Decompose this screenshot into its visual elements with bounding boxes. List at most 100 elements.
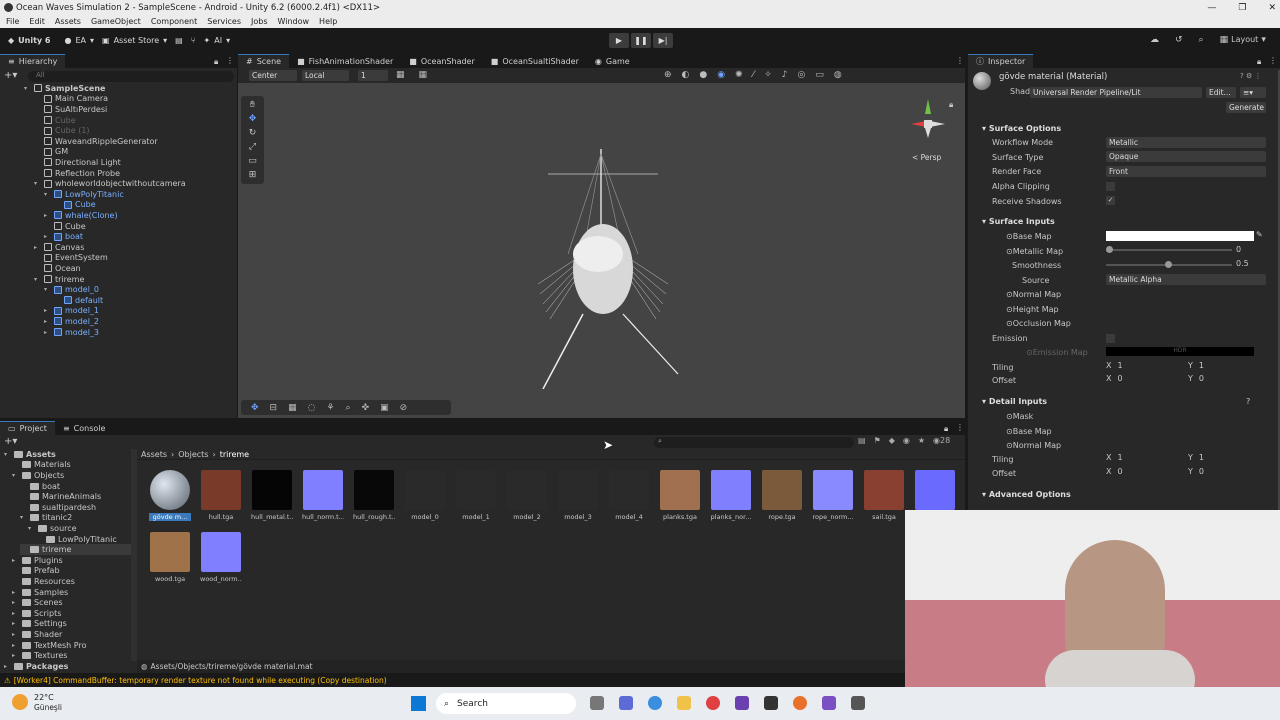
surface-inputs-header[interactable]: ▾ Surface Inputs bbox=[982, 217, 1055, 226]
hierarchy-item[interactable]: Ocean bbox=[34, 263, 81, 274]
hierarchy-item[interactable]: ▸ Canvas bbox=[34, 242, 84, 253]
hierarchy-item[interactable]: ▸ boat bbox=[44, 231, 83, 242]
taskbar-search[interactable]: ⌕ Search bbox=[436, 693, 576, 714]
project-folder-item[interactable]: ▸ Samples bbox=[12, 587, 68, 598]
lock-view-icon[interactable]: ▣ bbox=[380, 403, 389, 413]
project-folder-item[interactable]: sualtipardesh bbox=[20, 502, 96, 513]
lock-icon[interactable]: 🔒︎ bbox=[1257, 57, 1261, 67]
hierarchy-item[interactable]: ▾ trireme bbox=[34, 274, 84, 285]
chevron-right-icon[interactable]: ▸ bbox=[12, 610, 19, 617]
tab-game[interactable]: ◉ Game bbox=[587, 54, 638, 68]
hierarchy-item[interactable]: WaveandRippleGenerator bbox=[34, 136, 158, 147]
asset-item[interactable]: model_0 bbox=[404, 470, 446, 521]
hierarchy-item[interactable]: ▸ model_2 bbox=[44, 316, 99, 327]
chevron-right-icon[interactable]: ▸ bbox=[12, 652, 19, 659]
search-icon[interactable]: ⌕ bbox=[1199, 35, 1204, 45]
menu-assets[interactable]: Assets bbox=[55, 17, 81, 26]
breadcrumb-objects[interactable]: Objects bbox=[178, 450, 208, 459]
project-folder-item[interactable]: Materials bbox=[12, 460, 71, 471]
unity-hub-icon[interactable] bbox=[764, 696, 778, 710]
metallic-slider-handle[interactable] bbox=[1106, 246, 1113, 253]
project-folder-item[interactable]: trireme bbox=[20, 544, 131, 555]
asset-item[interactable]: gövde m... bbox=[149, 470, 191, 521]
asset-item[interactable]: model_1 bbox=[455, 470, 497, 521]
twitch-icon[interactable] bbox=[735, 696, 749, 710]
lock-icon[interactable]: 🔒︎ bbox=[949, 100, 953, 110]
chevron-right-icon[interactable]: ▸ bbox=[4, 663, 11, 670]
menu-edit[interactable]: Edit bbox=[29, 17, 45, 26]
project-folder-item[interactable]: Prefab bbox=[12, 566, 60, 577]
effects-icon[interactable]: ✺ bbox=[735, 70, 743, 80]
transform-tool-icon[interactable]: ⊞ bbox=[249, 170, 257, 180]
asset-item[interactable]: model_2 bbox=[506, 470, 548, 521]
hierarchy-item[interactable]: Cube bbox=[34, 115, 76, 126]
receive-shadows-checkbox[interactable]: ✓ bbox=[1106, 196, 1115, 205]
copilot-icon[interactable] bbox=[619, 696, 633, 710]
render-face-dropdown[interactable]: Front bbox=[1106, 166, 1266, 177]
search-by-label-icon[interactable]: ⚑ bbox=[874, 436, 881, 445]
visibility-icon[interactable]: ◉ bbox=[903, 436, 910, 445]
base-map-color-swatch[interactable] bbox=[1106, 231, 1254, 241]
header-icons[interactable]: ? ⚙ ⋮ bbox=[1240, 72, 1261, 80]
shading-solid-icon[interactable]: ● bbox=[699, 70, 707, 80]
hierarchy-item[interactable]: ▾ model_0 bbox=[44, 284, 99, 295]
more-icon[interactable]: ⋮ bbox=[956, 56, 964, 65]
add-button[interactable]: +▾ bbox=[4, 70, 17, 81]
surface-options-header[interactable]: ▾ Surface Options bbox=[982, 124, 1061, 133]
project-folder-item[interactable]: ▸ Scripts bbox=[12, 608, 61, 619]
pan-icon[interactable]: ✜ bbox=[362, 403, 370, 413]
lock-icon[interactable]: 🔒︎ bbox=[944, 424, 948, 434]
create-button[interactable]: +▾ bbox=[4, 436, 17, 447]
snap-icon[interactable]: ⊟ bbox=[270, 403, 278, 413]
edit-shader-button[interactable]: Edit... bbox=[1206, 87, 1236, 98]
hand-tool-icon[interactable]: ✋︎ bbox=[250, 100, 255, 110]
search-by-type-icon[interactable]: ▤ bbox=[858, 436, 866, 445]
move-tool-icon[interactable]: ✥ bbox=[249, 114, 257, 124]
pause-button[interactable]: ❚❚ bbox=[631, 33, 651, 48]
chevron-right-icon[interactable]: ▸ bbox=[12, 557, 19, 564]
asset-item[interactable]: sail.tga bbox=[863, 470, 905, 521]
chevron-down-icon[interactable]: ▾ bbox=[34, 276, 41, 283]
maximize-button[interactable]: ❐ bbox=[1238, 3, 1246, 13]
project-search-input[interactable]: ⌕ bbox=[654, 437, 854, 448]
hierarchy-item[interactable]: Directional Light bbox=[34, 157, 121, 168]
weather-icon[interactable] bbox=[12, 694, 28, 710]
folder-tree-scrollbar[interactable] bbox=[131, 449, 137, 661]
hierarchy-item[interactable]: Cube bbox=[54, 200, 96, 211]
hierarchy-item[interactable]: Cube bbox=[44, 221, 86, 232]
detail-offset-x-field[interactable]: X0 bbox=[1106, 467, 1186, 476]
smoothness-value[interactable]: 0.5 bbox=[1236, 259, 1249, 268]
visibility-icon[interactable]: ◎ bbox=[797, 70, 805, 80]
more-icon[interactable]: ⋮ bbox=[226, 56, 234, 65]
hierarchy-item[interactable]: ▸ model_1 bbox=[44, 306, 99, 317]
task-view-icon[interactable] bbox=[590, 696, 604, 710]
detail-tiling-x-field[interactable]: X1 bbox=[1106, 453, 1186, 462]
menu-gameobject[interactable]: GameObject bbox=[91, 17, 141, 26]
project-folder-item[interactable]: ▸ Shader bbox=[12, 629, 62, 640]
menu-component[interactable]: Component bbox=[151, 17, 197, 26]
asset-item[interactable]: hull.tga bbox=[200, 470, 242, 521]
chevron-right-icon[interactable]: ▸ bbox=[12, 599, 19, 606]
chevron-down-icon[interactable]: ▾ bbox=[12, 472, 19, 479]
calculator-icon[interactable] bbox=[851, 696, 865, 710]
hierarchy-item[interactable]: ▾ LowPolyTitanic bbox=[44, 189, 124, 200]
more-icon[interactable]: ⋮ bbox=[1269, 56, 1277, 65]
filter-icon[interactable]: ◆ bbox=[889, 436, 895, 445]
asset-item[interactable]: wood_norm... bbox=[200, 532, 242, 583]
chevron-down-icon[interactable]: ▾ bbox=[24, 85, 31, 92]
project-folder-item[interactable]: ▸ Packages bbox=[4, 661, 68, 672]
eyedropper-icon[interactable]: ✎ bbox=[1256, 230, 1263, 239]
gizmo-icon[interactable]: ⊕ bbox=[664, 70, 672, 80]
tab-project[interactable]: ▭ Project bbox=[0, 421, 55, 435]
chevron-right-icon[interactable]: ▸ bbox=[34, 244, 41, 251]
surface-type-dropdown[interactable]: Opaque bbox=[1106, 151, 1266, 162]
project-folder-item[interactable]: boat bbox=[20, 481, 60, 492]
asset-item[interactable]: rope_norm... bbox=[812, 470, 854, 521]
menu-help[interactable]: Help bbox=[319, 17, 337, 26]
windows-start-icon[interactable] bbox=[411, 696, 426, 711]
grid-snap-icon[interactable]: ▦ bbox=[396, 70, 405, 80]
cloud-icon[interactable]: ☁ bbox=[1150, 35, 1159, 45]
asset-item[interactable]: rope.tga bbox=[761, 470, 803, 521]
gizmos-dropdown-icon[interactable]: ◍ bbox=[834, 70, 842, 80]
space-dropdown[interactable]: Local bbox=[302, 70, 349, 81]
